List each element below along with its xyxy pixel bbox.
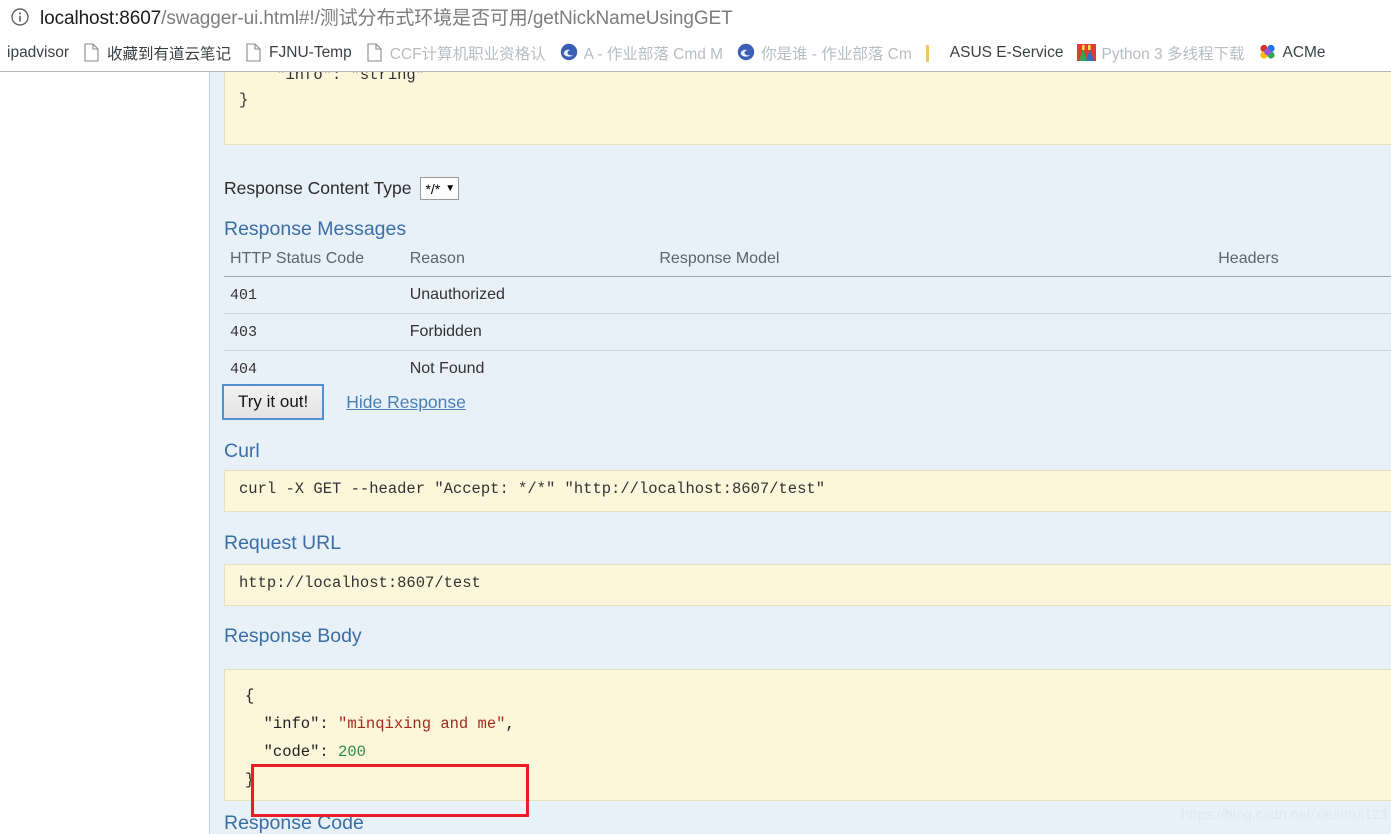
column-header-reason: Reason <box>403 248 654 277</box>
table-row: 401 Unauthorized <box>224 276 1391 314</box>
cell-headers <box>1212 351 1391 388</box>
bookmark-label: 你是谁 - 作业部落 Cm <box>761 45 912 63</box>
hide-response-link[interactable]: Hide Response <box>346 392 466 413</box>
response-code-heading: Response Code <box>224 812 364 834</box>
address-bar[interactable]: localhost:8607/swagger-ui.html#!/测试分布式环境… <box>0 0 1391 33</box>
column-header-response-model: Response Model <box>653 248 1213 277</box>
try-it-out-button[interactable]: Try it out! <box>222 384 325 420</box>
request-url-heading: Request URL <box>224 532 342 554</box>
json-key-code: "code": <box>245 743 339 761</box>
curl-heading: Curl <box>224 440 260 462</box>
edge-icon <box>737 43 755 62</box>
response-messages-table: HTTP Status Code Reason Response Model H… <box>224 248 1391 387</box>
bookmark-item-fjnu-temp[interactable]: FJNU-Temp <box>238 38 359 68</box>
document-icon <box>245 43 262 62</box>
bookmark-label: A - 作业部落 Cmd M <box>583 45 724 63</box>
bookmark-label: ACMe <box>1282 43 1326 61</box>
bookmark-label: FJNU-Temp <box>269 43 352 61</box>
cell-headers <box>1212 276 1391 314</box>
response-model-example-block: "info": "string" } <box>224 72 1391 145</box>
watermark-text: https://blog.csdn.net/xielinrui123 <box>1181 806 1388 822</box>
cell-reason: Forbidden <box>403 313 654 351</box>
cell-headers <box>1212 313 1391 351</box>
bookmarks-bar[interactable]: ipadvisor 收藏到有道云笔记 FJNU-Temp CCF计算机职业资格认 <box>0 33 1391 72</box>
response-messages-heading: Response Messages <box>224 218 407 240</box>
response-body-block[interactable]: { "info": "minqixing and me", "code": 20… <box>224 669 1391 801</box>
bookmark-label: CCF计算机职业资格认 <box>389 45 546 63</box>
json-open-brace: { <box>245 687 255 705</box>
cell-response-model <box>653 276 1213 314</box>
table-header-row: HTTP Status Code Reason Response Model H… <box>224 248 1391 277</box>
json-key-info: "info": <box>245 715 339 733</box>
bookmark-item-acme[interactable]: ACMe <box>1251 38 1332 68</box>
cell-status-code: 404 <box>230 360 258 378</box>
chevron-down-icon: ▼ <box>445 182 456 194</box>
request-url-block[interactable]: http://localhost:8607/test <box>224 564 1391 606</box>
bookmark-item-ccf[interactable]: CCF计算机职业资格认 <box>359 38 553 68</box>
bookmark-item-asus-eservice[interactable]: ASUS E-Service <box>919 38 1071 68</box>
cell-status-code: 403 <box>224 313 404 351</box>
column-header-headers: Headers <box>1212 248 1391 277</box>
acm-icon <box>1258 43 1276 62</box>
address-bar-url[interactable]: localhost:8607/swagger-ui.html#!/测试分布式环境… <box>40 3 733 30</box>
json-value-code: 200 <box>338 743 366 761</box>
curl-command-block[interactable]: curl -X GET --header "Accept: */*" "http… <box>224 470 1391 512</box>
bookmark-label: Python 3 多线程下载 <box>1101 45 1245 63</box>
json-value-info: "minqixing and me" <box>338 715 506 733</box>
browser-chrome: localhost:8607/swagger-ui.html#!/测试分布式环境… <box>0 0 1391 72</box>
response-content-type-select[interactable]: */* ▼ <box>420 177 460 200</box>
response-body-heading: Response Body <box>224 625 362 647</box>
bookmark-label: 收藏到有道云笔记 <box>107 45 232 63</box>
url-path: /swagger-ui.html#!/测试分布式环境是否可用/getNickNa… <box>161 8 733 29</box>
document-icon <box>366 43 383 62</box>
folder-icon <box>925 43 943 62</box>
page-viewport: "info": "string" } Response Content Type… <box>0 72 1391 834</box>
cell-response-model <box>653 313 1213 351</box>
cell-reason: Unauthorized <box>403 276 654 314</box>
bookmark-label: ipadvisor <box>7 43 70 61</box>
operation-actions: Try it out! Hide Response <box>222 384 466 420</box>
python-icon <box>1077 43 1097 62</box>
bookmark-item-zybuluo-a[interactable]: A - 作业部落 Cmd M <box>553 38 731 68</box>
url-host: localhost:8607 <box>40 8 162 29</box>
response-content-type-value: */* <box>425 180 441 197</box>
edge-icon <box>560 43 577 62</box>
column-header-status-code: HTTP Status Code <box>224 248 404 277</box>
bookmark-item-zybuluo-b[interactable]: 你是谁 - 作业部落 Cm <box>730 38 919 68</box>
bookmark-label: ASUS E-Service <box>949 43 1064 61</box>
table-row: 404 Not Found <box>224 351 1391 388</box>
json-comma: , <box>505 715 515 733</box>
bookmark-item-ipadvisor[interactable]: ipadvisor <box>0 38 76 68</box>
response-content-type-label: Response Content Type <box>224 178 412 198</box>
swagger-operation-panel: "info": "string" } Response Content Type… <box>209 72 1391 834</box>
cell-response-model <box>653 351 1212 388</box>
table-row: 403 Forbidden <box>224 313 1391 351</box>
cell-status-code: 401 <box>224 276 404 314</box>
bookmark-item-youdao[interactable]: 收藏到有道云笔记 <box>76 38 238 68</box>
bookmark-item-python3[interactable]: Python 3 多线程下载 <box>1070 38 1251 68</box>
document-icon <box>83 43 100 62</box>
json-close-brace: } <box>245 771 255 789</box>
info-circle-icon[interactable] <box>10 7 30 27</box>
cell-reason: Not Found <box>409 360 485 377</box>
response-content-type-row: Response Content Type */* ▼ <box>224 177 460 200</box>
